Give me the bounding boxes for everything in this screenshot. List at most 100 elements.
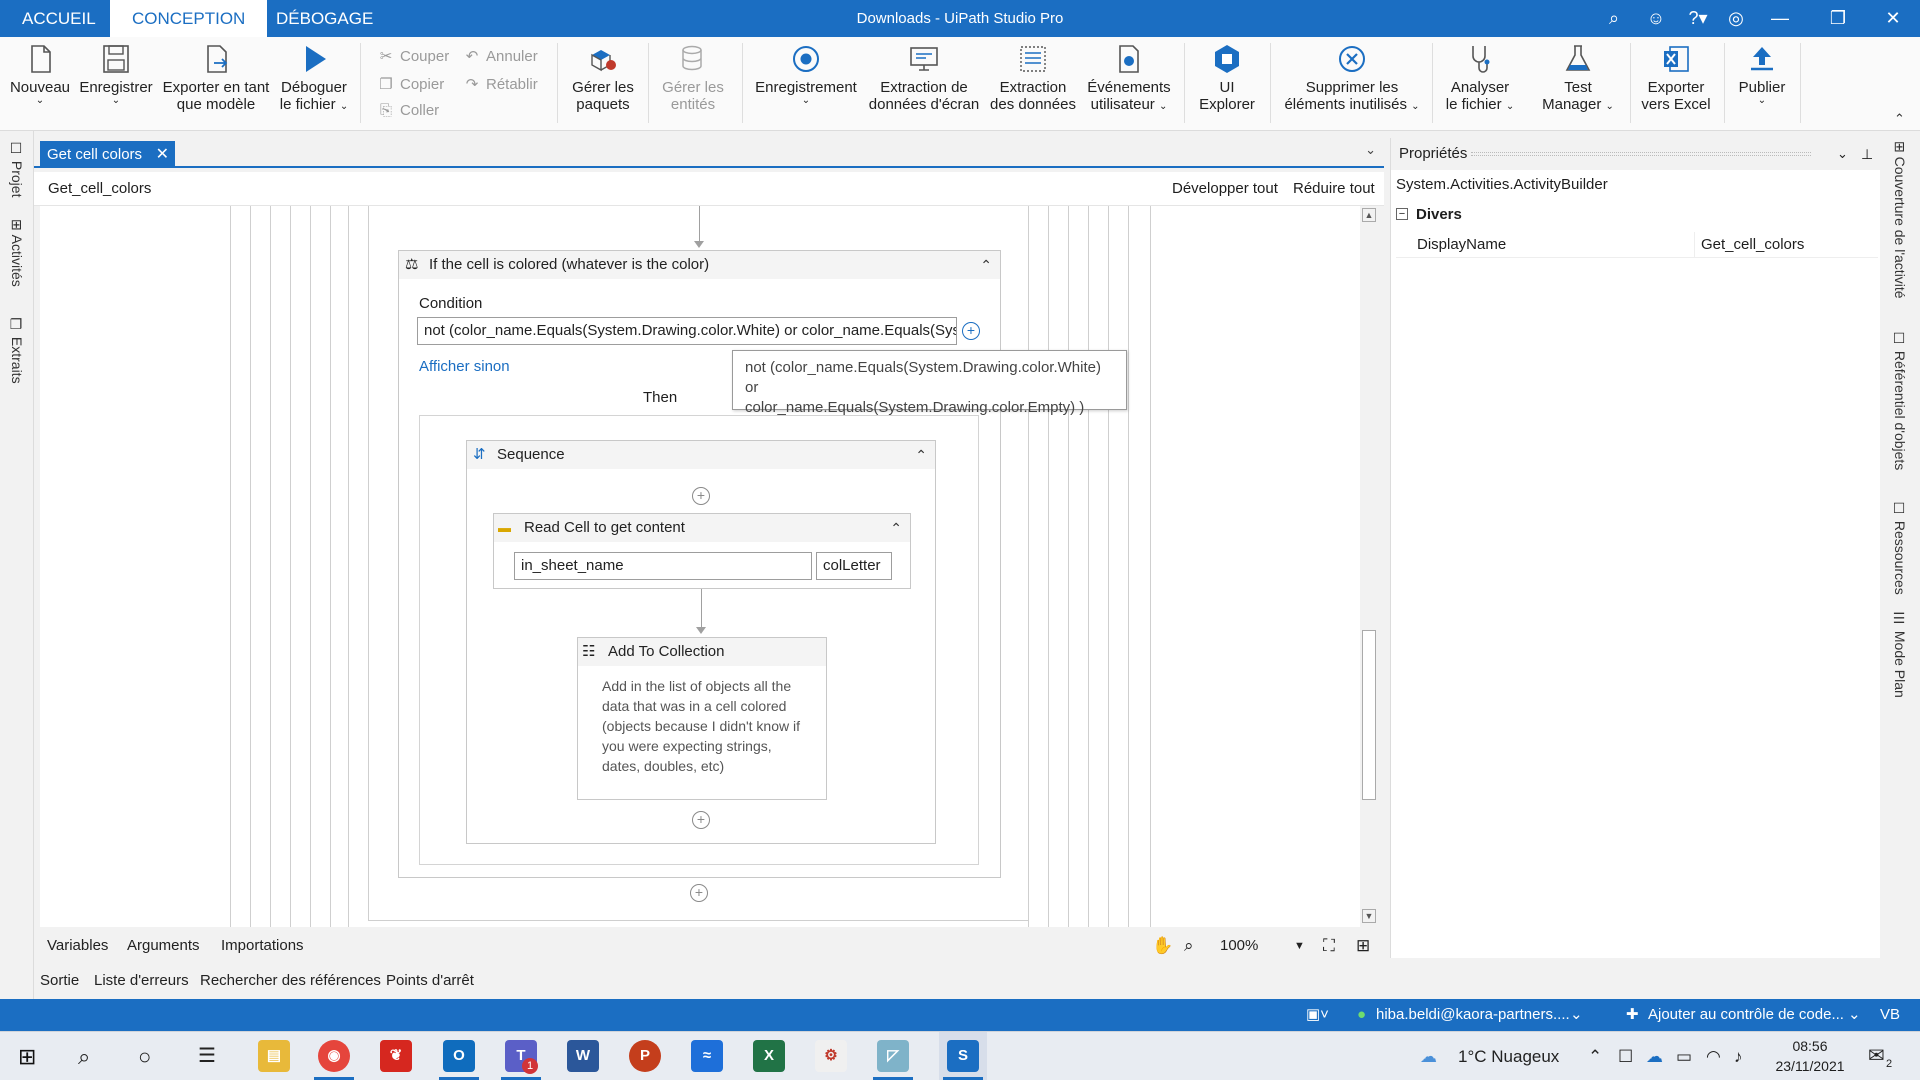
sequence-activity[interactable]: ⇵ Sequence ⌃ + ▬ Read Cell to get conten… <box>466 440 936 844</box>
minimize-button[interactable]: — <box>1762 0 1798 37</box>
collapse-category-icon[interactable]: − <box>1396 208 1408 220</box>
windows-start-icon[interactable]: ⊞ <box>18 1032 36 1080</box>
excel-icon[interactable]: X <box>753 1040 785 1072</box>
document-tab[interactable]: Get cell colors ✕ <box>40 141 175 168</box>
save-button[interactable]: Enregistrer ⌄ <box>78 43 154 106</box>
show-else-link[interactable]: Afficher sinon <box>419 358 510 375</box>
find-references-tab[interactable]: Rechercher des références <box>200 965 381 997</box>
wifi-icon[interactable]: ◠ <box>1706 1032 1721 1080</box>
tab-debogage[interactable]: DÉBOGAGE <box>254 0 395 37</box>
rail-outline[interactable]: ☰ Mode Plan <box>1892 611 1908 698</box>
if-header[interactable]: ⚖ If the cell is colored (whatever is th… <box>399 251 1000 279</box>
collapse-all-button[interactable]: Réduire tout <box>1293 180 1375 197</box>
property-value[interactable]: Get_cell_colors <box>1694 232 1876 257</box>
notifications-icon[interactable]: ✉ <box>1868 1032 1885 1080</box>
zoom-dropdown-icon[interactable]: ▼ <box>1294 930 1305 962</box>
status-dropdown-icon[interactable]: ▣˅ <box>1306 999 1329 1031</box>
powerpoint-icon[interactable]: P <box>629 1040 661 1072</box>
overview-icon[interactable]: ⊞ <box>1356 930 1370 962</box>
variables-tab[interactable]: Variables <box>47 930 108 962</box>
data-scraping-button[interactable]: Extraction des données <box>988 43 1078 113</box>
property-row[interactable]: DisplayName Get_cell_colors <box>1396 232 1878 258</box>
remove-unused-button[interactable]: Supprimer les éléments inutilisés ⌄ <box>1280 43 1424 115</box>
pin-icon[interactable]: ⊥ <box>1861 138 1873 170</box>
output-tab[interactable]: Sortie <box>40 965 79 997</box>
panel-grip[interactable] <box>1471 152 1811 156</box>
undo-button[interactable]: ↶ Annuler <box>464 47 538 65</box>
onedrive-icon[interactable]: ☁ <box>1646 1032 1663 1080</box>
then-body[interactable]: ⇵ Sequence ⌃ + ▬ Read Cell to get conten… <box>419 415 979 865</box>
zoom-level[interactable]: 100% <box>1220 930 1258 962</box>
account-icon[interactable]: ◎ <box>1718 0 1754 37</box>
redo-button[interactable]: ↷ Rétablir <box>464 75 538 93</box>
tray-chevron-icon[interactable]: ⌃ <box>1588 1032 1602 1080</box>
rail-activity-coverage[interactable]: ⊞ Couverture de l'activité <box>1892 141 1908 299</box>
panel-menu-chevron-icon[interactable]: ⌄ <box>1837 138 1848 170</box>
sheet-name-input[interactable]: in_sheet_name <box>514 552 812 580</box>
recording-button[interactable]: Enregistrement ⌄ <box>752 43 860 106</box>
collapse-ribbon-icon[interactable]: ⌃ <box>1894 111 1905 127</box>
rail-project[interactable]: ☐ Projet <box>9 141 25 197</box>
battery-icon[interactable]: ▭ <box>1676 1032 1692 1080</box>
test-manager-button[interactable]: Test Manager ⌄ <box>1540 43 1616 115</box>
close-tab-icon[interactable]: ✕ <box>156 141 169 168</box>
app-wave-icon[interactable]: ≈ <box>691 1040 723 1072</box>
restore-button[interactable]: ❐ <box>1820 0 1856 37</box>
source-control-dropdown-icon[interactable]: ⌄ <box>1848 999 1861 1031</box>
tray-app-icon[interactable]: ☐ <box>1618 1032 1633 1080</box>
export-template-button[interactable]: Exporter en tant que modèle <box>160 43 272 113</box>
fit-screen-icon[interactable]: ⛶ <box>1323 930 1335 962</box>
publish-button[interactable]: Publier ⌄ <box>1730 43 1794 106</box>
clock[interactable]: 08:56 23/11/2021 <box>1770 1036 1850 1076</box>
add-activity-icon[interactable]: + <box>690 884 708 902</box>
screen-scraping-button[interactable]: Extraction de données d'écran <box>866 43 982 113</box>
add-source-control-icon[interactable]: ✚ <box>1626 999 1639 1031</box>
arguments-tab[interactable]: Arguments <box>127 930 200 962</box>
breakpoints-tab[interactable]: Points d'arrêt <box>386 965 474 997</box>
search-icon[interactable]: ⌕ <box>1596 0 1632 37</box>
task-view-icon[interactable]: ☰ <box>198 1032 216 1080</box>
app-gear-icon[interactable]: ⚙ <box>815 1040 847 1072</box>
word-icon[interactable]: W <box>567 1040 599 1072</box>
col-letter-input[interactable]: colLetter <box>816 552 892 580</box>
user-account[interactable]: hiba.beldi@kaora-partners.... <box>1376 999 1570 1031</box>
scroll-up-icon[interactable]: ▲ <box>1362 208 1376 222</box>
expand-all-button[interactable]: Développer tout <box>1172 180 1278 197</box>
rail-snippets[interactable]: ❐ Extraits <box>9 317 25 384</box>
help-icon[interactable]: ?▾ <box>1680 0 1716 37</box>
search-icon[interactable]: ⌕ <box>78 1032 90 1080</box>
properties-category[interactable]: − Divers <box>1396 206 1878 230</box>
tab-list-chevron-icon[interactable]: ⌄ <box>1365 142 1376 158</box>
cut-button[interactable]: ✂ Couper <box>378 47 450 65</box>
volume-icon[interactable]: ♪ <box>1734 1032 1743 1080</box>
collapse-icon[interactable]: ⌃ <box>980 251 992 279</box>
collapse-icon[interactable]: ⌃ <box>890 514 902 542</box>
rail-resources[interactable]: ☐ Ressources <box>1892 501 1908 595</box>
copy-button[interactable]: ❐ Copier <box>378 75 444 93</box>
scroll-down-icon[interactable]: ▼ <box>1362 909 1376 923</box>
add-to-collection-activity[interactable]: ☷ Add To Collection Add in the list of o… <box>577 637 827 800</box>
export-excel-button[interactable]: Exporter vers Excel <box>1636 43 1716 113</box>
add-source-control-button[interactable]: Ajouter au contrôle de code... <box>1648 999 1844 1031</box>
add-to-collection-header[interactable]: ☷ Add To Collection <box>578 638 826 666</box>
feedback-icon[interactable]: ☺ <box>1638 0 1674 37</box>
read-cell-activity[interactable]: ▬ Read Cell to get content ⌃ in_sheet_na… <box>493 513 911 589</box>
tab-conception[interactable]: CONCEPTION <box>110 0 268 37</box>
acrobat-icon[interactable]: ❦ <box>380 1040 412 1072</box>
hand-pan-icon[interactable]: ✋ <box>1152 930 1173 962</box>
uipath-studio-icon[interactable]: S <box>947 1040 979 1072</box>
chrome-icon[interactable]: ◉ <box>318 1040 350 1072</box>
tab-accueil[interactable]: ACCUEIL <box>0 0 118 37</box>
debug-file-button[interactable]: Déboguer le fichier ⌄ <box>276 43 352 115</box>
scroll-thumb[interactable] <box>1362 630 1376 800</box>
cortana-icon[interactable]: ○ <box>138 1032 151 1080</box>
user-dropdown-icon[interactable]: ⌄ <box>1570 999 1583 1031</box>
collapse-icon[interactable]: ⌃ <box>915 441 927 469</box>
condition-input[interactable]: not (color_name.Equals(System.Drawing.co… <box>417 317 957 345</box>
paste-button[interactable]: ⎘ Coller <box>378 102 439 119</box>
breadcrumb[interactable]: Get_cell_colors <box>48 180 151 197</box>
sequence-header[interactable]: ⇵ Sequence ⌃ <box>467 441 935 469</box>
app-window-icon[interactable]: ◸ <box>877 1040 909 1072</box>
manage-packages-button[interactable]: Gérer les paquets <box>566 43 640 113</box>
zoom-icon[interactable]: ⌕ <box>1184 930 1194 962</box>
